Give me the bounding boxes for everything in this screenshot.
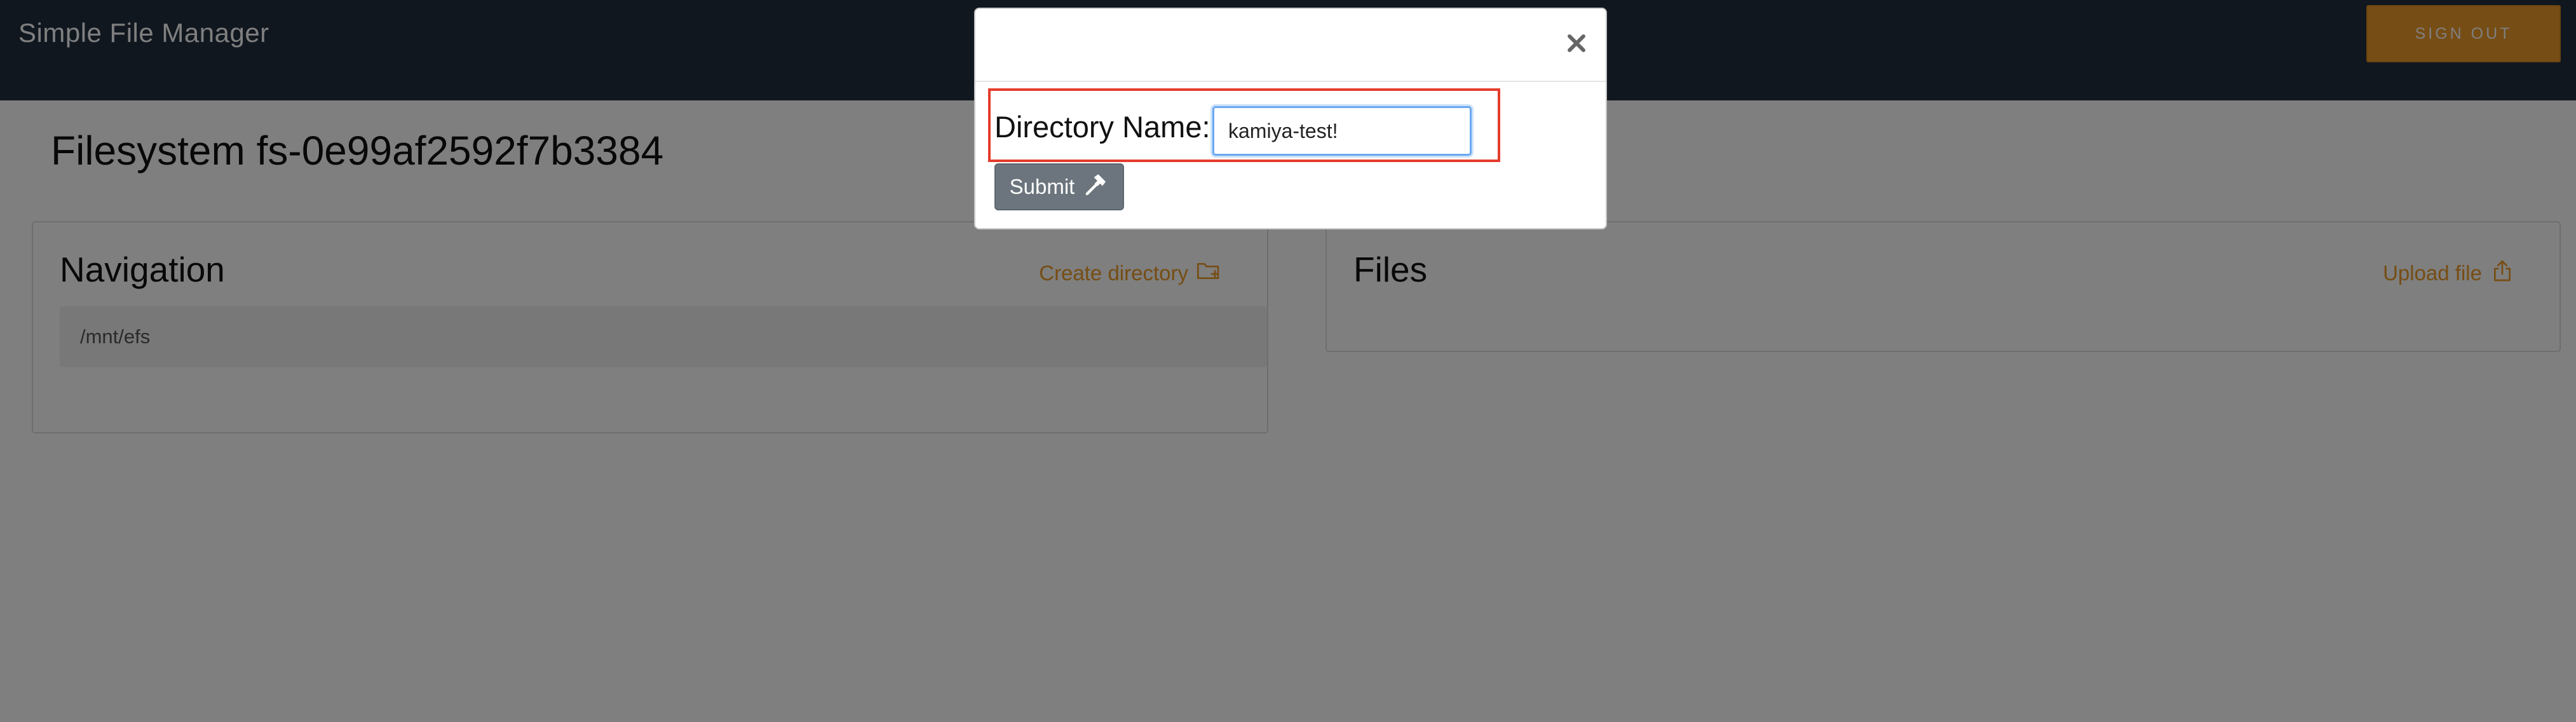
modal-header — [975, 9, 1606, 82]
close-icon[interactable] — [1563, 29, 1590, 57]
create-directory-modal: Directory Name: Submit — [974, 8, 1607, 229]
directory-name-input[interactable] — [1212, 106, 1472, 156]
directory-name-label: Directory Name: — [994, 110, 1210, 144]
submit-label: Submit — [1009, 175, 1075, 198]
submit-button[interactable]: Submit — [994, 163, 1124, 210]
hammer-icon — [1083, 172, 1109, 202]
